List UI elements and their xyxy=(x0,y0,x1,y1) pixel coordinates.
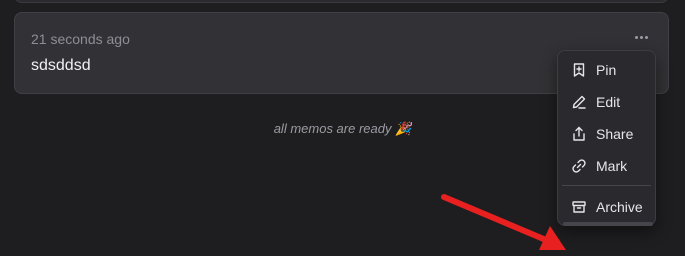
menu-item-mark[interactable]: Mark xyxy=(558,152,655,180)
menu-item-pin[interactable]: Pin xyxy=(558,56,655,84)
more-dot xyxy=(634,35,638,39)
pin-bookmark-icon xyxy=(571,62,587,78)
menu-item-label: Pin xyxy=(596,62,617,78)
menu-item-archive[interactable]: Archive xyxy=(558,193,655,221)
memo-timestamp: 21 seconds ago xyxy=(31,31,130,47)
menu-item-edit[interactable]: Edit xyxy=(558,88,655,116)
more-dot xyxy=(644,35,648,39)
previous-memo-card xyxy=(14,0,669,3)
link-icon xyxy=(571,158,587,174)
menu-scroll-indicator xyxy=(563,222,653,226)
archive-icon xyxy=(571,199,587,215)
annotation-arrow xyxy=(441,194,566,250)
menu-item-label: Archive xyxy=(596,199,643,215)
menu-item-label: Share xyxy=(596,126,634,142)
memo-actions-menu: Pin Edit Share Mark Archive xyxy=(557,50,656,226)
menu-item-label: Mark xyxy=(596,158,628,174)
pencil-icon xyxy=(571,94,587,110)
memo-content: sdsddsd xyxy=(31,57,91,74)
menu-item-label: Edit xyxy=(596,94,621,110)
more-dot xyxy=(639,35,643,39)
more-options-button[interactable] xyxy=(630,29,652,45)
menu-divider xyxy=(562,185,651,186)
share-icon xyxy=(571,126,587,142)
menu-item-share[interactable]: Share xyxy=(558,120,655,148)
